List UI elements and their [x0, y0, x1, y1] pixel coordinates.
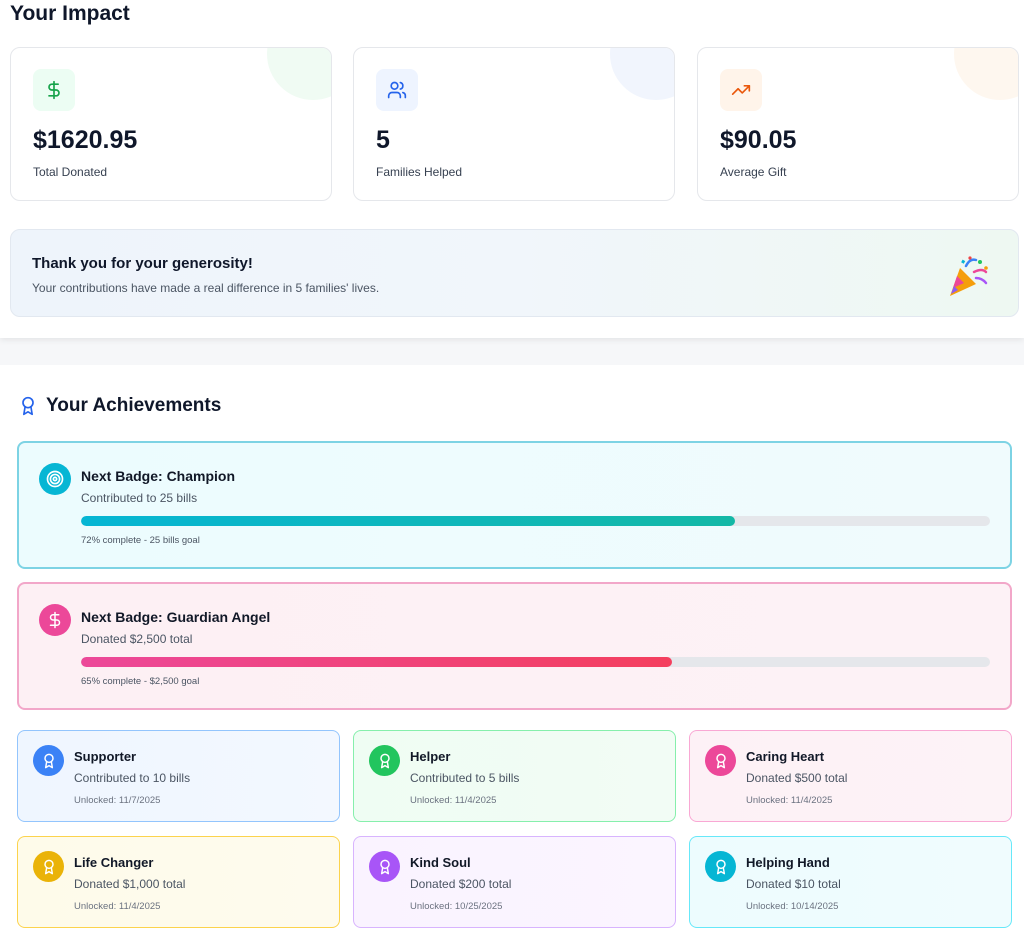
award-icon — [705, 851, 736, 882]
badge-title: Helping Hand — [746, 855, 830, 870]
stat-label: Families Helped — [376, 165, 463, 179]
stat-value: $1620.95 — [33, 126, 138, 154]
users-icon — [376, 69, 418, 111]
award-icon — [33, 745, 64, 776]
badge-description: Contributed to 5 bills — [410, 771, 520, 785]
party-popper-icon — [950, 256, 988, 296]
impact-section: Your Impact $1620.95 Total Donated 5 Fam… — [0, 0, 1024, 338]
progress-bar — [81, 516, 990, 526]
badge-description: Contributed to 10 bills — [74, 771, 191, 785]
thank-you-title: Thank you for your generosity! — [32, 255, 253, 272]
badge-title: Helper — [410, 749, 451, 764]
progress-note: 65% complete - $2,500 goal — [81, 676, 200, 687]
badge-caring-heart: Caring Heart Donated $500 total Unlocked… — [689, 730, 1012, 822]
badge-title: Supporter — [74, 749, 137, 764]
next-badge-guardian-angel: Next Badge: Guardian Angel Donated $2,50… — [17, 582, 1012, 710]
thank-you-banner: Thank you for your generosity! Your cont… — [10, 229, 1019, 317]
next-badge-description: Donated $2,500 total — [81, 632, 193, 646]
decorative-blob — [954, 48, 1018, 100]
stat-card-families-helped: 5 Families Helped — [353, 47, 675, 201]
award-icon — [369, 851, 400, 882]
next-badge-title: Next Badge: Guardian Angel — [81, 609, 271, 625]
trending-up-icon — [720, 69, 762, 111]
badge-title: Kind Soul — [410, 855, 471, 870]
achievements-title: Your Achievements — [46, 395, 222, 416]
award-icon — [33, 851, 64, 882]
achievements-section: Your Achievements Next Badge: Champion C… — [0, 365, 1024, 933]
badge-kind-soul: Kind Soul Donated $200 total Unlocked: 1… — [353, 836, 676, 928]
next-badge-title: Next Badge: Champion — [81, 468, 236, 484]
badge-unlocked-date: Unlocked: 10/14/2025 — [746, 901, 839, 912]
dollar-icon — [33, 69, 75, 111]
progress-note: 72% complete - 25 bills goal — [81, 535, 200, 546]
stat-card-total-donated: $1620.95 Total Donated — [10, 47, 332, 201]
stat-value: 5 — [376, 126, 390, 154]
impact-title: Your Impact — [10, 2, 130, 25]
badge-description: Donated $10 total — [746, 877, 841, 891]
badge-life-changer: Life Changer Donated $1,000 total Unlock… — [17, 836, 340, 928]
progress-fill — [81, 657, 672, 667]
badge-unlocked-date: Unlocked: 11/7/2025 — [74, 795, 161, 806]
badge-helping-hand: Helping Hand Donated $10 total Unlocked:… — [689, 836, 1012, 928]
badge-helper: Helper Contributed to 5 bills Unlocked: … — [353, 730, 676, 822]
award-icon — [369, 745, 400, 776]
badge-title: Life Changer — [74, 855, 154, 870]
award-icon — [705, 745, 736, 776]
stat-label: Average Gift — [720, 165, 787, 179]
achievements-heading: Your Achievements — [18, 395, 221, 417]
badge-unlocked-date: Unlocked: 11/4/2025 — [74, 901, 161, 912]
next-badge-description: Contributed to 25 bills — [81, 491, 198, 505]
stat-value: $90.05 — [720, 126, 797, 154]
badge-title: Caring Heart — [746, 749, 825, 764]
award-icon — [22, 396, 34, 416]
progress-bar — [81, 657, 990, 667]
stat-card-average-gift: $90.05 Average Gift — [697, 47, 1019, 201]
decorative-blob — [610, 48, 674, 100]
badge-description: Donated $500 total — [746, 771, 848, 785]
dollar-icon — [39, 604, 71, 636]
target-icon — [39, 463, 71, 495]
decorative-blob — [267, 48, 331, 100]
thank-you-text: Your contributions have made a real diff… — [32, 281, 380, 295]
badge-supporter: Supporter Contributed to 10 bills Unlock… — [17, 730, 340, 822]
badge-unlocked-date: Unlocked: 11/4/2025 — [746, 795, 833, 806]
badge-unlocked-date: Unlocked: 11/4/2025 — [410, 795, 497, 806]
progress-fill — [81, 516, 736, 526]
badge-description: Donated $1,000 total — [74, 877, 186, 891]
badge-description: Donated $200 total — [410, 877, 512, 891]
badge-unlocked-date: Unlocked: 10/25/2025 — [410, 901, 503, 912]
next-badge-champion: Next Badge: Champion Contributed to 25 b… — [17, 441, 1012, 569]
stat-label: Total Donated — [33, 165, 108, 179]
